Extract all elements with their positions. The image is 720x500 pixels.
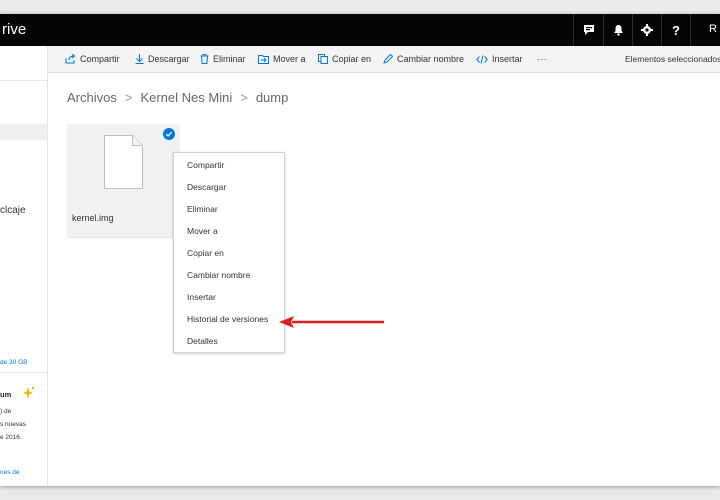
more-button[interactable]: ··· bbox=[537, 46, 547, 72]
share-icon bbox=[65, 54, 76, 64]
file-tile[interactable]: kernel.img bbox=[67, 124, 180, 238]
menu-item-embed[interactable]: Insertar bbox=[174, 287, 284, 307]
more-icon: ··· bbox=[537, 53, 547, 65]
app-title[interactable]: rive bbox=[2, 21, 26, 38]
copy-to-button[interactable]: Copiar en bbox=[318, 46, 371, 72]
rename-label: Cambiar nombre bbox=[397, 54, 465, 64]
menu-item-copy-to[interactable]: Copiar en bbox=[174, 243, 284, 263]
copy-icon bbox=[318, 54, 328, 64]
move-to-label: Mover a bbox=[273, 54, 306, 64]
premium-title: um bbox=[0, 390, 12, 399]
app-window: rive ? R clcaje de 30 GB um ) de s nueva… bbox=[0, 14, 720, 486]
trash-icon bbox=[200, 54, 209, 64]
selected-check-icon[interactable] bbox=[163, 128, 175, 140]
menu-item-delete[interactable]: Eliminar bbox=[174, 199, 284, 219]
breadcrumb-item-archivos[interactable]: Archivos bbox=[67, 90, 117, 105]
breadcrumb: Archivos > Kernel Nes Mini > dump bbox=[67, 90, 288, 105]
file-name: kernel.img bbox=[72, 213, 114, 223]
topbar-divider bbox=[690, 14, 691, 46]
copy-to-label: Copiar en bbox=[332, 54, 372, 64]
embed-button[interactable]: Insertar bbox=[476, 46, 523, 72]
menu-item-rename[interactable]: Cambiar nombre bbox=[174, 265, 284, 285]
rename-button[interactable]: Cambiar nombre bbox=[383, 46, 464, 72]
left-navigation: clcaje de 30 GB um ) de s nuevas e 2016.… bbox=[0, 46, 48, 486]
rename-icon bbox=[383, 54, 393, 64]
selection-info: Elementos seleccionados bbox=[625, 54, 720, 64]
delete-button[interactable]: Eliminar bbox=[200, 46, 246, 72]
help-glyph: ? bbox=[672, 22, 680, 38]
gear-icon[interactable] bbox=[633, 14, 661, 46]
user-avatar[interactable]: R bbox=[709, 23, 717, 35]
help-icon[interactable]: ? bbox=[662, 14, 690, 46]
context-menu: Compartir Descargar Eliminar Mover a Cop… bbox=[173, 152, 285, 353]
download-icon bbox=[135, 54, 144, 64]
storage-link[interactable]: de 30 GB bbox=[0, 359, 27, 366]
sparkle-icon bbox=[21, 386, 35, 405]
download-button[interactable]: Descargar bbox=[135, 46, 190, 72]
feedback-icon[interactable] bbox=[575, 14, 603, 46]
download-label: Descargar bbox=[148, 54, 190, 64]
breadcrumb-item-dump: dump bbox=[255, 90, 289, 105]
share-label: Compartir bbox=[80, 54, 120, 64]
menu-item-details[interactable]: Detalles bbox=[174, 331, 284, 351]
embed-icon bbox=[476, 54, 488, 64]
menu-item-version-history[interactable]: Historial de versiones bbox=[174, 309, 284, 329]
annotation-arrow-icon bbox=[279, 316, 384, 328]
premium-line-2: s nuevas bbox=[0, 421, 27, 428]
breadcrumb-separator: > bbox=[240, 90, 248, 105]
topbar-divider bbox=[573, 14, 574, 46]
premium-line-1: ) de bbox=[0, 408, 12, 415]
breadcrumb-item-kernel-nes-mini[interactable]: Kernel Nes Mini bbox=[140, 90, 232, 105]
nav-divider bbox=[0, 372, 47, 373]
menu-item-share[interactable]: Compartir bbox=[174, 155, 284, 175]
nav-selected-item[interactable] bbox=[0, 124, 47, 140]
file-icon bbox=[104, 135, 143, 189]
top-bar: rive ? R bbox=[0, 14, 720, 46]
move-icon bbox=[258, 55, 269, 64]
menu-item-move-to[interactable]: Mover a bbox=[174, 221, 284, 241]
command-bar: Compartir Descargar Eliminar Mover a Cop… bbox=[48, 46, 720, 73]
premium-more-link[interactable]: nes de bbox=[0, 469, 20, 476]
breadcrumb-separator: > bbox=[124, 90, 133, 105]
embed-label: Insertar bbox=[492, 54, 523, 64]
share-button[interactable]: Compartir bbox=[65, 46, 120, 72]
premium-line-3: e 2016. bbox=[0, 434, 22, 441]
nav-item-partial[interactable]: clcaje bbox=[0, 205, 26, 216]
move-to-button[interactable]: Mover a bbox=[258, 46, 306, 72]
nav-divider bbox=[0, 80, 47, 81]
delete-label: Eliminar bbox=[213, 54, 246, 64]
bell-icon[interactable] bbox=[604, 14, 632, 46]
menu-item-download[interactable]: Descargar bbox=[174, 177, 284, 197]
